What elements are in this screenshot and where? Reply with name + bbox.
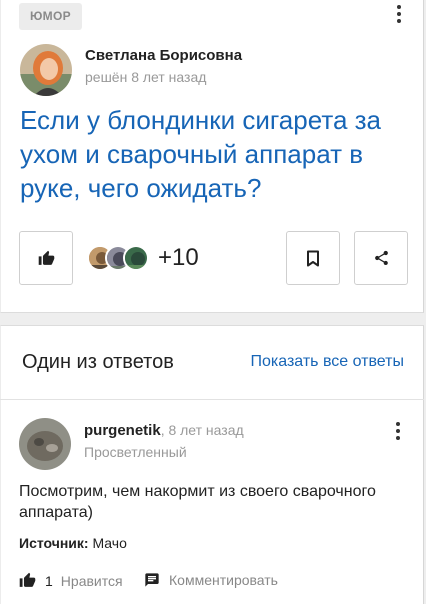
participant-avatar[interactable] [123,245,149,271]
source-label: Источник: [19,535,89,551]
answers-section-title: Один из ответов [22,351,174,373]
comment-label: Комментировать [169,572,278,588]
answer-like-button[interactable]: 1 Нравится [19,572,123,589]
thumbs-up-icon [38,250,54,265]
answer-author-rank: Просветленный [84,444,187,460]
bookmark-icon [307,250,319,266]
share-icon [374,250,388,266]
author-avatar[interactable] [20,44,72,96]
comment-button[interactable]: Комментировать [144,572,278,588]
likes-count: 1 [45,572,53,589]
more-vertical-icon[interactable] [396,5,402,23]
question-title[interactable]: Если у блондинки сигарета за ухом и свар… [20,103,415,205]
participants-count: +10 [158,244,199,271]
category-badge[interactable]: ЮМОР [19,3,82,30]
like-label: Нравится [60,572,123,589]
like-button[interactable] [19,231,73,285]
answer-text: Посмотрим, чем накормит из своего свароч… [19,483,376,521]
question-card: ЮМОР Светлана Борисовна решён 8 лет наза… [0,0,424,313]
answer-time: , 8 лет назад [160,422,244,438]
divider [0,399,424,400]
answer-author-name[interactable]: purgenetik [84,422,161,439]
answer-source: Источник: Мачо [19,535,127,551]
answer-author-avatar[interactable] [19,418,71,470]
comment-icon [145,573,159,587]
source-value: Мачо [88,535,127,551]
question-status: решён 8 лет назад [85,69,207,85]
share-button[interactable] [354,231,408,285]
answer-author-line: purgenetik, 8 лет назад [84,422,244,439]
bookmark-button[interactable] [286,231,340,285]
show-all-answers-link[interactable]: Показать все ответы [250,353,404,371]
more-vertical-icon[interactable] [395,422,401,440]
thumbs-up-icon [19,572,36,587]
author-name[interactable]: Светлана Борисовна [85,47,242,64]
